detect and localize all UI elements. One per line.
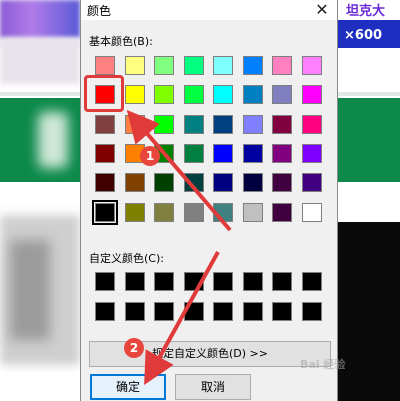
basic-color-swatch-r6-c5[interactable]	[213, 202, 233, 222]
basic-color-swatch-r3-c7[interactable]	[272, 114, 292, 134]
basic-color-swatch-r3-c5[interactable]	[213, 114, 233, 134]
basic-color-swatch-r1-c4[interactable]	[183, 56, 204, 75]
basic-color-swatch-r4-c6[interactable]	[242, 143, 263, 163]
watermark-text: Bai 经验	[300, 358, 346, 371]
basic-color-swatch-r2-c7[interactable]	[272, 85, 292, 105]
background-black-panel	[338, 222, 400, 401]
dialog-title: 颜色	[87, 4, 112, 18]
basic-color-swatch-r6-c1[interactable]	[92, 199, 118, 225]
basic-color-swatch-r2-c2[interactable]	[124, 85, 145, 105]
custom-color-swatch-r2-c3[interactable]	[154, 302, 174, 321]
basic-color-swatch-r5-c3[interactable]	[154, 173, 174, 193]
basic-color-swatch-r5-c8[interactable]	[301, 173, 322, 193]
basic-color-swatch-r4-c1[interactable]	[95, 143, 115, 163]
basic-colors-label: 基本颜色(B):	[89, 35, 153, 48]
basic-color-swatch-r3-c4[interactable]	[183, 114, 204, 134]
annotation-step-2: 2	[124, 338, 144, 358]
annotation-step-1: 1	[140, 146, 160, 166]
dialog-titlebar[interactable]: 颜色 ✕	[81, 0, 337, 20]
basic-color-swatch-r3-c1[interactable]	[95, 114, 115, 134]
basic-color-swatch-r3-c3[interactable]	[154, 114, 174, 134]
basic-color-swatch-r2-c6[interactable]	[242, 85, 263, 105]
ok-button[interactable]: 确定	[90, 374, 166, 400]
basic-color-swatch-r3-c2[interactable]	[124, 114, 145, 134]
custom-color-swatch-r1-c1[interactable]	[95, 272, 115, 291]
basic-color-swatch-r5-c7[interactable]	[272, 173, 292, 193]
basic-color-swatch-r3-c8[interactable]	[301, 114, 322, 134]
basic-color-swatch-r4-c8[interactable]	[301, 143, 322, 163]
custom-color-swatch-r1-c7[interactable]	[272, 272, 292, 291]
basic-color-swatch-r1-c6[interactable]	[242, 56, 263, 75]
basic-color-swatch-r6-c2[interactable]	[124, 202, 145, 222]
basic-color-swatch-r5-c2[interactable]	[124, 173, 145, 193]
background-title-text: 坦克大	[346, 4, 386, 19]
basic-color-swatch-r2-c3[interactable]	[154, 85, 174, 105]
custom-color-swatch-r1-c4[interactable]	[183, 272, 204, 291]
close-icon[interactable]: ✕	[313, 0, 331, 20]
custom-color-swatch-r2-c4[interactable]	[183, 302, 204, 321]
custom-color-swatch-r2-c6[interactable]	[242, 302, 263, 321]
basic-color-swatch-r3-c6[interactable]	[242, 114, 263, 134]
custom-color-swatch-r1-c2[interactable]	[124, 272, 145, 291]
basic-color-swatch-r1-c8[interactable]	[301, 56, 322, 75]
basic-color-swatch-r5-c1[interactable]	[95, 173, 115, 193]
basic-color-swatch-r2-c4[interactable]	[183, 85, 204, 105]
custom-color-swatch-r2-c5[interactable]	[213, 302, 233, 321]
basic-color-swatch-r2-c5[interactable]	[213, 85, 233, 105]
custom-color-swatch-r1-c6[interactable]	[242, 272, 263, 291]
basic-color-swatch-r6-c4[interactable]	[183, 202, 204, 222]
basic-color-swatch-r5-c5[interactable]	[213, 173, 233, 193]
basic-color-swatch-r6-c8[interactable]	[301, 202, 322, 222]
background-blurred-area-3	[10, 240, 50, 340]
custom-color-swatch-r1-c5[interactable]	[213, 272, 233, 291]
custom-color-swatch-r1-c8[interactable]	[301, 272, 322, 291]
color-dialog: 颜色 ✕ 基本颜色(B): 自定义颜色(C): 规定自定义颜色(D) >> 确定…	[80, 0, 338, 401]
custom-color-swatch-r2-c2[interactable]	[124, 302, 145, 321]
custom-color-swatch-r2-c8[interactable]	[301, 302, 322, 321]
custom-color-swatch-r2-c1[interactable]	[95, 302, 115, 321]
background-blurred-area	[0, 38, 80, 84]
annotation-highlight-box	[84, 75, 124, 112]
basic-color-swatch-r1-c7[interactable]	[272, 56, 292, 75]
basic-color-swatch-r1-c3[interactable]	[154, 56, 174, 75]
custom-color-swatch-r1-c3[interactable]	[154, 272, 174, 291]
basic-color-swatch-r1-c1[interactable]	[95, 56, 115, 75]
basic-color-swatch-r2-c8[interactable]	[301, 85, 322, 105]
basic-color-swatch-r1-c5[interactable]	[213, 56, 233, 75]
basic-color-swatch-r6-c3[interactable]	[154, 202, 174, 222]
basic-color-swatch-r4-c7[interactable]	[272, 143, 292, 163]
custom-color-swatch-r2-c7[interactable]	[272, 302, 292, 321]
background-score-text: ×600	[344, 28, 383, 43]
basic-color-swatch-r4-c5[interactable]	[213, 143, 233, 163]
background-green-panel-right	[338, 98, 400, 182]
background-blurred-banner	[0, 0, 80, 38]
background-green-panel-left	[0, 98, 80, 182]
basic-color-swatch-r1-c2[interactable]	[124, 56, 145, 75]
basic-color-swatch-r5-c4[interactable]	[183, 173, 204, 193]
basic-color-swatch-r6-c7[interactable]	[272, 202, 292, 222]
basic-color-swatch-r6-c6[interactable]	[242, 202, 263, 222]
basic-color-swatch-r5-c6[interactable]	[242, 173, 263, 193]
cancel-button[interactable]: 取消	[175, 374, 251, 400]
basic-color-swatch-r4-c4[interactable]	[183, 143, 204, 163]
custom-colors-label: 自定义颜色(C):	[89, 252, 164, 265]
